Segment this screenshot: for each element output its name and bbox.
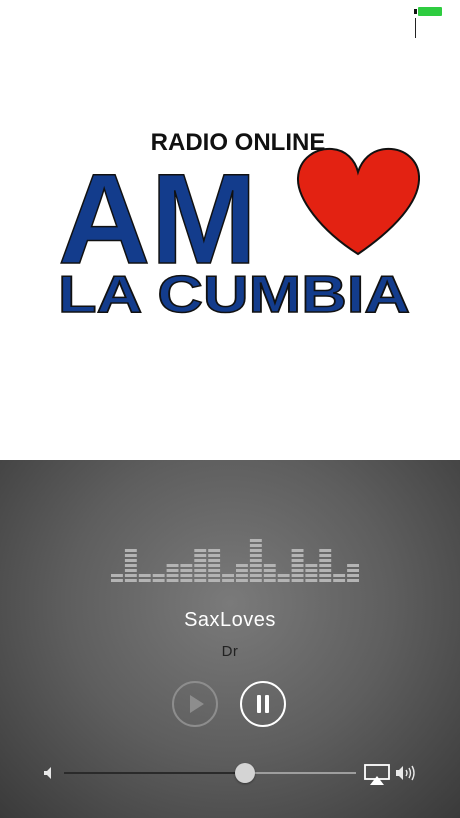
equalizer-bar <box>194 549 207 582</box>
equalizer-bar <box>291 549 304 582</box>
track-title: SaxLoves <box>184 609 276 631</box>
pause-button[interactable] <box>240 681 286 727</box>
equalizer-bar <box>305 564 318 582</box>
artwork-area: RADIO ONLINE AM AM LA CUMBIA <box>0 0 460 460</box>
status-divider <box>415 18 416 38</box>
equalizer-bar <box>347 564 359 582</box>
volume-slider[interactable] <box>64 772 356 774</box>
equalizer-bar <box>263 564 276 582</box>
volume-slider-thumb[interactable] <box>235 763 255 783</box>
battery-cap <box>414 9 417 14</box>
player-panel <box>0 460 460 818</box>
equalizer-bar <box>180 564 193 582</box>
heart-icon <box>296 147 420 256</box>
volume-high-icon <box>396 765 415 781</box>
equalizer-bar <box>124 549 137 582</box>
equalizer-bar <box>152 574 165 582</box>
equalizer-bar <box>319 549 332 582</box>
station-logo: RADIO ONLINE AM AM LA CUMBIA <box>56 129 420 324</box>
equalizer-bar <box>249 539 262 582</box>
equalizer-bar <box>208 549 221 582</box>
equalizer-bar <box>166 564 179 582</box>
play-icon <box>190 695 204 713</box>
play-button[interactable] <box>172 681 218 727</box>
volume-slider-track <box>245 772 356 774</box>
equalizer-bar <box>138 574 151 582</box>
logo-bottom-text: LA CUMBIA <box>58 266 410 324</box>
equalizer-visualizer <box>111 539 359 582</box>
equalizer-bar <box>333 574 346 582</box>
battery-level <box>418 7 442 16</box>
track-artist: Dr <box>221 643 239 660</box>
equalizer-bar <box>277 574 290 582</box>
equalizer-bar <box>111 574 123 582</box>
airplay-icon[interactable] <box>364 763 390 785</box>
equalizer-bar <box>222 574 234 582</box>
volume-slider-fill <box>64 772 245 774</box>
volume-low-icon <box>44 767 51 779</box>
equalizer-bar <box>236 564 248 582</box>
battery-indicator <box>414 6 442 38</box>
pause-icon <box>257 695 269 713</box>
